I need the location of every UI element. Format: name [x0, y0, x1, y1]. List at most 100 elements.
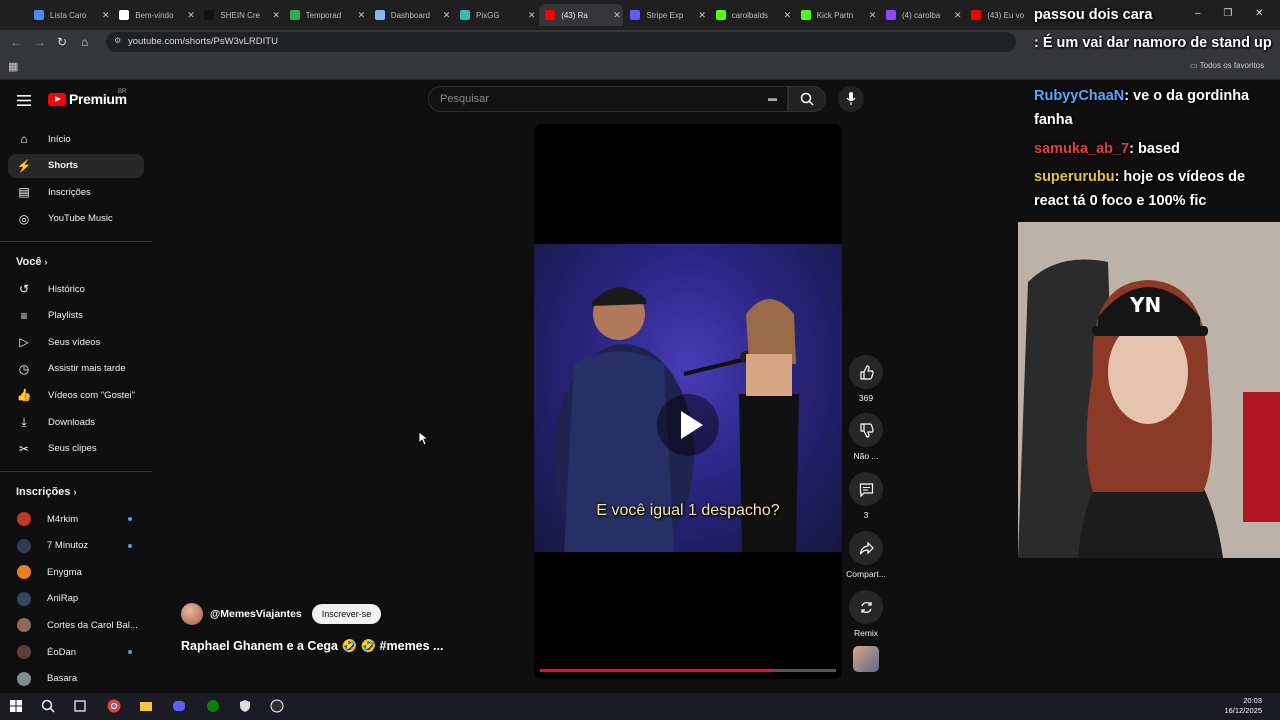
- browser-tab[interactable]: Stripe Exp ✕: [624, 4, 708, 26]
- system-clock[interactable]: 20:03 16/12/2025: [1224, 696, 1262, 716]
- security-icon[interactable]: [238, 699, 252, 713]
- subscription-item[interactable]: Enygma: [8, 560, 144, 584]
- subscription-label: ÉoDan: [47, 646, 77, 658]
- browser-tab[interactable]: PixGG ✕: [454, 4, 538, 26]
- youtube-premium-logo[interactable]: Premium BR: [48, 89, 127, 107]
- video-progress-bar[interactable]: [540, 669, 836, 672]
- shorts-icon: ⚡: [16, 158, 32, 173]
- sidebar-item-label: Shorts: [48, 160, 79, 172]
- subscription-item[interactable]: ÉoDan: [8, 640, 144, 664]
- sidebar-item[interactable]: ⚡ Shorts: [8, 153, 144, 178]
- sidebar-item[interactable]: ▤ Inscrições: [8, 180, 144, 204]
- search-icon[interactable]: [41, 699, 55, 713]
- close-tab-icon[interactable]: ✕: [528, 10, 536, 21]
- sidebar-item[interactable]: ◷ Assistir mais tarde: [8, 357, 144, 381]
- discord-icon[interactable]: [172, 699, 186, 713]
- close-tab-icon[interactable]: ✕: [698, 10, 706, 21]
- channel-name[interactable]: @MemesViajantes: [210, 608, 302, 620]
- subscription-item[interactable]: 7 Minutoz: [8, 534, 144, 558]
- subscription-item[interactable]: AniRap: [8, 587, 144, 611]
- share-button[interactable]: [849, 531, 883, 565]
- subscribe-button[interactable]: Inscrever-se: [311, 604, 382, 624]
- sound-source-thumbnail[interactable]: [853, 646, 879, 672]
- subscription-label: Enygma: [47, 566, 82, 578]
- channel-avatar[interactable]: [181, 603, 203, 625]
- browser-tab[interactable]: Temporad ✕: [284, 4, 368, 26]
- subscription-item[interactable]: M4rkim: [8, 507, 144, 531]
- browser-tab[interactable]: Dashboard ✕: [369, 4, 453, 26]
- subscription-item[interactable]: Basara: [8, 667, 144, 691]
- close-tab-icon[interactable]: ✕: [869, 10, 877, 21]
- channel-avatar: [17, 671, 31, 686]
- task-view-icon[interactable]: [73, 699, 87, 713]
- sidebar-item[interactable]: ≡ Playlists: [8, 304, 144, 328]
- shorts-player[interactable]: E você igual 1 despacho?: [534, 124, 842, 679]
- short-title[interactable]: Raphael Ghanem e a Cega 🤣 🤣 #memes ...: [181, 639, 443, 654]
- sidebar-item[interactable]: ↺ Histórico: [8, 277, 144, 301]
- like-button[interactable]: [849, 355, 883, 389]
- sidebar-item-label: Histórico: [48, 283, 85, 295]
- dislike-button[interactable]: [849, 413, 883, 447]
- close-tab-icon[interactable]: ✕: [784, 10, 792, 21]
- home-browser-icon[interactable]: ⌂: [81, 35, 88, 49]
- browser-tab[interactable]: Bem-vindo ✕: [113, 4, 197, 26]
- browser-tab[interactable]: SHEIN Cre ✕: [198, 4, 282, 26]
- browser-tab[interactable]: Kick Partn ✕: [795, 4, 879, 26]
- address-bar[interactable]: ⚙ youtube.com/shorts/PsW3vLRDITU: [106, 32, 1016, 52]
- channel-avatar: [17, 512, 31, 526]
- sidebar-item[interactable]: ✂ Seus clipes: [8, 437, 144, 461]
- globe-icon: [374, 10, 385, 20]
- back-icon[interactable]: ←: [10, 35, 22, 49]
- browser-tab[interactable]: Lista Caro ✕: [28, 4, 112, 26]
- file-explorer-icon[interactable]: [139, 699, 153, 713]
- close-tab-icon[interactable]: ✕: [613, 10, 621, 21]
- you-section-header[interactable]: Você ›: [16, 256, 48, 268]
- comment-button[interactable]: [849, 472, 883, 506]
- guide-menu-icon[interactable]: [17, 93, 31, 111]
- sidebar-item[interactable]: ⌂ Início: [8, 127, 144, 151]
- browser-tab[interactable]: carolbalds ✕: [710, 4, 794, 26]
- keyboard-icon[interactable]: ▬: [768, 93, 777, 103]
- voice-search-button[interactable]: [838, 86, 864, 112]
- close-tab-icon[interactable]: ✕: [954, 10, 962, 21]
- subscription-label: M4rkim: [47, 513, 79, 525]
- sidebar-item[interactable]: ⤓ Downloads: [8, 410, 144, 434]
- close-tab-icon[interactable]: ✕: [443, 10, 451, 21]
- sidebar-item[interactable]: 👍 Vídeos com "Gostei": [8, 383, 144, 407]
- chrome-icon[interactable]: [107, 699, 121, 713]
- sidebar-item-label: Inscrições: [48, 186, 91, 198]
- subscriptions-section-header[interactable]: Inscrições ›: [16, 486, 76, 498]
- comment-icon: [859, 482, 873, 497]
- reload-icon[interactable]: ↻: [57, 35, 67, 49]
- close-tab-icon[interactable]: ✕: [272, 10, 280, 21]
- chat-message: RubyyChaaN: ve o da gordinha fanha: [1034, 84, 1280, 132]
- site-info-icon[interactable]: ⚙: [114, 36, 121, 45]
- windows-taskbar: [0, 693, 1280, 720]
- xbox-icon[interactable]: [206, 699, 220, 713]
- apps-grid-icon[interactable]: ▦: [8, 60, 18, 73]
- search-input[interactable]: Pesquisar ▬: [428, 86, 788, 112]
- globe-icon: [34, 10, 44, 20]
- sidebar-item[interactable]: ▷ Seus vídeos: [8, 330, 144, 354]
- chat-text: : É um vai dar namoro de stand up: [1034, 35, 1272, 51]
- obs-icon[interactable]: [270, 699, 284, 713]
- close-tab-icon[interactable]: ✕: [358, 10, 366, 21]
- subscription-item[interactable]: Cortes da Carol Bal...: [8, 613, 144, 637]
- subscription-label: Basara: [47, 673, 78, 685]
- play-icon[interactable]: [657, 394, 719, 456]
- close-tab-icon[interactable]: ✕: [187, 10, 195, 21]
- forward-icon[interactable]: →: [34, 35, 46, 49]
- close-tab-icon[interactable]: ✕: [102, 10, 110, 21]
- short-action-label: Compart...: [846, 569, 886, 579]
- subscriptions-icon: ▤: [18, 185, 30, 200]
- sidebar-item[interactable]: ◎ YouTube Music: [8, 207, 144, 231]
- mouse-pointer-icon: [419, 432, 429, 446]
- remix-button[interactable]: [849, 590, 883, 624]
- browser-tab[interactable]: (4) carolba ✕: [880, 4, 964, 26]
- country-code: BR: [118, 89, 127, 95]
- browser-tab[interactable]: (43) Ra ✕: [539, 4, 624, 26]
- windows-start-icon[interactable]: [9, 699, 23, 713]
- short-action: Compart...: [846, 531, 886, 579]
- chat-username: samuka_ab_7: [1034, 141, 1130, 157]
- search-button[interactable]: [788, 86, 826, 112]
